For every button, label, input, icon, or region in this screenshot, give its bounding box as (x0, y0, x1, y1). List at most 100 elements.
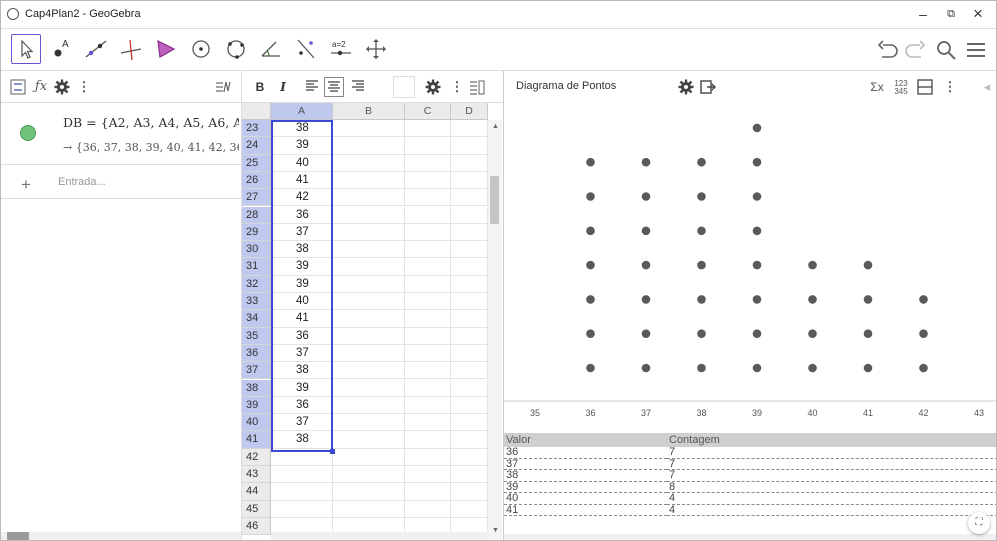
cell-C[interactable] (405, 379, 451, 397)
cell-D[interactable] (451, 223, 488, 242)
cell-A[interactable]: 41 (271, 310, 333, 328)
redo-icon[interactable] (903, 37, 929, 63)
cell-C[interactable] (405, 327, 451, 345)
row-header[interactable]: 28 (242, 206, 271, 224)
cell-C[interactable] (405, 120, 451, 138)
cell-D[interactable] (451, 310, 488, 328)
row-header[interactable]: 41 (242, 431, 271, 449)
row-header[interactable]: 25 (242, 154, 271, 172)
cell-B[interactable] (333, 137, 405, 155)
cell-D[interactable] (451, 258, 488, 276)
point-tool-icon[interactable]: A (46, 34, 76, 64)
cell-A[interactable]: 36 (271, 327, 333, 345)
cell-D[interactable] (451, 344, 488, 363)
cell-D[interactable] (451, 362, 488, 380)
function-fx-icon[interactable]: ƒx (32, 78, 50, 96)
cell-D[interactable] (451, 327, 488, 345)
cell-A[interactable]: 40 (271, 293, 333, 311)
dot-plot[interactable]: 35 36 37 38 39 40 41 42 43 (504, 103, 997, 433)
cell-D[interactable] (451, 379, 488, 397)
scroll-down-arrow-icon[interactable]: ▼ (492, 527, 499, 534)
column-header-D[interactable]: D (451, 103, 488, 120)
cell-A[interactable]: 37 (271, 223, 333, 242)
cell-A[interactable]: 39 (271, 258, 333, 276)
cell-C[interactable] (405, 431, 451, 449)
scroll-up-arrow-icon[interactable]: ▲ (492, 123, 499, 130)
cell-B[interactable] (333, 327, 405, 345)
cell-B[interactable] (333, 431, 405, 449)
cell-B[interactable] (333, 500, 405, 518)
undo-icon[interactable] (874, 37, 900, 63)
cell-B[interactable] (333, 414, 405, 432)
corner-header[interactable] (242, 103, 271, 120)
row-header[interactable]: 26 (242, 171, 271, 190)
cell-A[interactable]: 37 (271, 414, 333, 432)
spreadsheet-more-icon[interactable]: ⋮ (448, 78, 466, 96)
circle-three-points-tool-icon[interactable] (221, 34, 251, 64)
main-menu-icon[interactable] (963, 37, 989, 63)
cell-C[interactable] (405, 206, 451, 224)
cell-C[interactable] (405, 396, 451, 415)
cell-C[interactable] (405, 171, 451, 190)
cell-B[interactable] (333, 258, 405, 276)
fullscreen-icon[interactable]: ⛶ (968, 512, 990, 534)
cell-B[interactable] (333, 466, 405, 484)
cell-C[interactable] (405, 466, 451, 484)
algebra-definition[interactable]: DB = {A2, A3, A4, A5, A6, A7, A8 (63, 115, 239, 130)
row-header[interactable]: 35 (242, 327, 271, 345)
row-header[interactable]: 38 (242, 379, 271, 397)
cell-D[interactable] (451, 396, 488, 415)
plot-settings-gear-icon[interactable] (677, 78, 695, 96)
row-header[interactable]: 31 (242, 258, 271, 276)
align-center-icon[interactable] (324, 77, 344, 97)
layout-split-icon[interactable] (916, 78, 934, 96)
bold-button[interactable]: B (250, 77, 270, 97)
cell-D[interactable] (451, 206, 488, 224)
row-header[interactable]: 36 (242, 344, 271, 363)
cell-A[interactable] (271, 500, 333, 518)
cell-C[interactable] (405, 137, 451, 155)
cell-B[interactable] (333, 448, 405, 466)
row-header[interactable]: 40 (242, 414, 271, 432)
search-icon[interactable] (933, 37, 959, 63)
column-header-C[interactable]: C (405, 103, 451, 120)
cell-A[interactable]: 38 (271, 241, 333, 259)
row-header[interactable]: 33 (242, 293, 271, 311)
cell-C[interactable] (405, 448, 451, 466)
cell-A[interactable]: 36 (271, 206, 333, 224)
cell-D[interactable] (451, 154, 488, 172)
cell-C[interactable] (405, 154, 451, 172)
move-graphics-view-icon[interactable] (361, 34, 391, 64)
spreadsheet-style-icon[interactable] (468, 78, 486, 96)
cell-B[interactable] (333, 223, 405, 242)
cell-D[interactable] (451, 466, 488, 484)
row-header[interactable]: 32 (242, 275, 271, 293)
cell-C[interactable] (405, 293, 451, 311)
cell-B[interactable] (333, 379, 405, 397)
cell-D[interactable] (451, 414, 488, 432)
cell-B[interactable] (333, 483, 405, 501)
polygon-tool-icon[interactable] (151, 34, 181, 64)
row-header[interactable]: 42 (242, 448, 271, 466)
row-header[interactable]: 29 (242, 223, 271, 242)
cell-B[interactable] (333, 189, 405, 207)
cell-C[interactable] (405, 241, 451, 259)
spreadsheet-horizontal-scrollbar[interactable] (271, 532, 488, 540)
line-tool-icon[interactable] (81, 34, 111, 64)
cell-A[interactable]: 37 (271, 344, 333, 363)
cell-A[interactable]: 36 (271, 396, 333, 415)
minimize-button[interactable]: – (908, 3, 938, 25)
row-header[interactable]: 43 (242, 466, 271, 484)
row-header[interactable]: 46 (242, 517, 271, 536)
cell-C[interactable] (405, 310, 451, 328)
input-bar[interactable]: Entrada... (58, 176, 106, 188)
cell-A[interactable] (271, 448, 333, 466)
cell-D[interactable] (451, 275, 488, 293)
cell-A[interactable]: 41 (271, 171, 333, 190)
align-right-icon[interactable] (348, 77, 368, 97)
move-tool-icon[interactable] (11, 34, 41, 64)
visibility-toggle-icon[interactable] (20, 125, 36, 141)
cell-A[interactable]: 38 (271, 362, 333, 380)
statistics-sigma-icon[interactable]: Σx (868, 78, 886, 96)
cell-B[interactable] (333, 241, 405, 259)
